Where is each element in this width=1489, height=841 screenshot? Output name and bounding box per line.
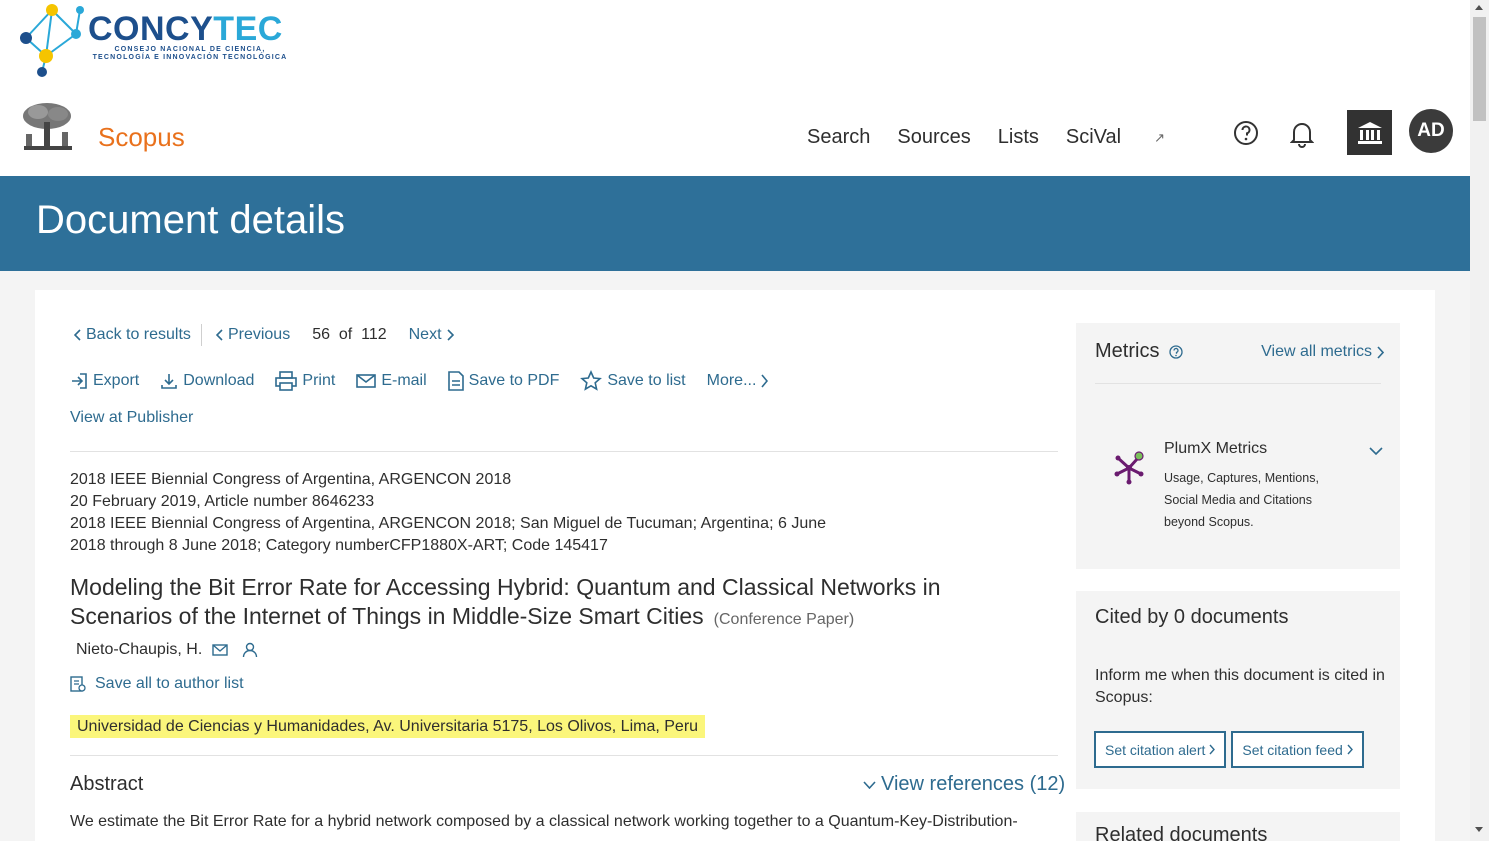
conference-info: 2018 IEEE Biennial Congress of Argentina… xyxy=(70,515,827,532)
user-avatar[interactable]: AD xyxy=(1409,109,1453,153)
email-icon[interactable] xyxy=(212,644,228,656)
concytec-wordmark: CONCYTEC xyxy=(88,10,283,48)
author-affiliation: Universidad de Ciencias y Humanidades, A… xyxy=(70,715,706,738)
export-icon xyxy=(72,373,87,389)
result-position: 56 of 112 xyxy=(312,326,387,343)
divider xyxy=(200,324,202,346)
nav-search[interactable]: Search xyxy=(807,126,870,149)
page-banner: Document details xyxy=(0,176,1470,271)
more-actions-button[interactable]: More... xyxy=(707,372,774,390)
pdf-icon xyxy=(447,371,464,391)
scroll-up-arrow-icon[interactable] xyxy=(1474,4,1484,11)
help-icon[interactable] xyxy=(1169,344,1184,359)
bell-icon[interactable] xyxy=(1290,120,1314,148)
chevron-left-icon xyxy=(215,329,223,341)
chevron-right-icon xyxy=(1347,744,1353,755)
plumx-description: Usage, Captures, Mentions, Social Media … xyxy=(1164,471,1319,529)
institution-button[interactable] xyxy=(1347,110,1392,155)
chevron-down-icon xyxy=(863,780,876,789)
email-button[interactable]: E-mail xyxy=(356,372,427,390)
site-header: Scopus Search Sources Lists SciVal ↗ AD xyxy=(0,96,1470,176)
related-documents-heading: Related documents xyxy=(1095,824,1268,841)
main-nav: Search Sources Lists SciVal ↗ xyxy=(807,126,1219,149)
save-to-list-button[interactable]: Save to list xyxy=(580,370,686,392)
download-button[interactable]: Download xyxy=(160,372,254,390)
author-list-icon xyxy=(70,676,86,692)
view-references-link[interactable]: View references (12) xyxy=(863,773,1065,796)
document-actions: Export Download Print E-mail Save to PDF… xyxy=(70,370,794,392)
results-pager: Back to results Previous 56 of 112 Next xyxy=(70,324,458,346)
help-icon[interactable] xyxy=(1233,120,1259,146)
view-all-metrics-link[interactable]: View all metrics xyxy=(1261,343,1384,361)
previous-link[interactable]: Previous xyxy=(212,326,290,344)
star-icon xyxy=(580,370,603,391)
save-pdf-button[interactable]: Save to PDF xyxy=(447,371,559,391)
scrollbar-thumb[interactable] xyxy=(1473,17,1486,121)
plumx-icon xyxy=(1114,451,1144,485)
cited-by-heading: Cited by 0 documents xyxy=(1095,606,1289,628)
cited-by-panel: Cited by 0 documents Inform me when this… xyxy=(1076,591,1400,789)
set-citation-feed-button[interactable]: Set citation feed xyxy=(1231,731,1364,768)
export-button[interactable]: Export xyxy=(70,372,139,390)
external-link-icon: ↗ xyxy=(1154,129,1165,145)
save-all-to-author-list[interactable]: Save all to author list xyxy=(70,675,244,693)
metrics-panel: Metrics View all metrics PlumX Metrics U… xyxy=(1076,323,1400,569)
chevron-right-icon xyxy=(1377,345,1384,359)
abstract-heading: Abstract xyxy=(70,773,144,795)
chevron-right-icon xyxy=(761,374,769,388)
next-link[interactable]: Next xyxy=(409,326,458,344)
document-title: Modeling the Bit Error Rate for Accessin… xyxy=(70,574,941,629)
chevron-down-icon[interactable] xyxy=(1369,447,1383,456)
nav-scival[interactable]: SciVal ↗ xyxy=(1066,126,1192,149)
download-icon xyxy=(161,374,178,389)
abstract-text: We estimate the Bit Error Rate for a hyb… xyxy=(70,813,1018,830)
concytec-subtitle: CONSEJO NACIONAL DE CIENCIA, TECNOLOGÍA E… xyxy=(92,46,288,61)
concytec-logo: CONCYTEC CONSEJO NACIONAL DE CIENCIA, TEC… xyxy=(16,0,296,82)
chevron-right-icon xyxy=(1209,744,1216,755)
metrics-heading: Metrics xyxy=(1095,340,1184,363)
nav-sources[interactable]: Sources xyxy=(897,126,970,149)
divider xyxy=(70,755,1058,756)
source-date: 20 February 2019, Article number 8646233 xyxy=(70,493,375,510)
molecule-icon xyxy=(20,4,84,77)
document-type: (Conference Paper) xyxy=(713,611,855,628)
divider xyxy=(1095,383,1381,384)
related-documents-panel: Related documents xyxy=(1076,812,1400,841)
print-icon xyxy=(275,371,298,391)
author-row: Nieto-Chaupis, H. xyxy=(76,641,258,659)
set-citation-alert-button[interactable]: Set citation alert xyxy=(1094,731,1227,768)
nav-lists[interactable]: Lists xyxy=(998,126,1039,149)
elsevier-tree-logo[interactable] xyxy=(16,100,78,154)
citation-alert-prompt: Inform me when this document is cited in… xyxy=(1095,667,1385,706)
page-scrollbar[interactable] xyxy=(1470,0,1489,841)
view-at-publisher-link[interactable]: View at Publisher xyxy=(70,409,193,427)
print-button[interactable]: Print xyxy=(275,371,335,391)
institution-icon xyxy=(1357,121,1382,144)
source-title[interactable]: 2018 IEEE Biennial Congress of Argentina… xyxy=(70,469,826,491)
scopus-brand[interactable]: Scopus xyxy=(98,122,185,153)
chevron-right-icon xyxy=(446,329,454,341)
citation-buttons: Set citation alert Set citation feed xyxy=(1094,731,1364,768)
email-icon xyxy=(356,374,377,388)
back-to-results-link[interactable]: Back to results xyxy=(70,326,191,344)
page-title: Document details xyxy=(36,198,346,242)
conference-info-cont: 2018 through 8 June 2018; Category numbe… xyxy=(70,537,608,554)
source-info: 2018 IEEE Biennial Congress of Argentina… xyxy=(70,469,826,557)
divider xyxy=(70,451,1058,452)
author-name[interactable]: Nieto-Chaupis, H. xyxy=(76,641,202,659)
scroll-down-arrow-icon[interactable] xyxy=(1474,826,1484,833)
plumx-title[interactable]: PlumX Metrics xyxy=(1164,440,1267,458)
author-profile-icon[interactable] xyxy=(242,642,258,658)
chevron-left-icon xyxy=(74,329,81,341)
